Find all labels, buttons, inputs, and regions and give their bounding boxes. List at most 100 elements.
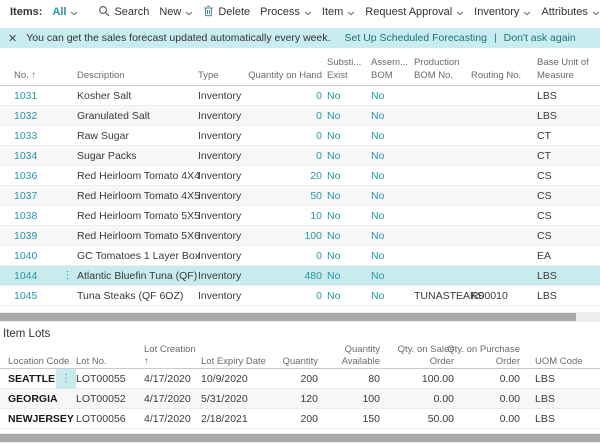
cell-substitutes-exist[interactable]: No [322,130,366,142]
close-icon[interactable]: ✕ [8,32,17,45]
cell-item-no[interactable]: 1038 [14,210,58,222]
table-row[interactable]: SEATTLE⋮LOT000554/17/202010/9/2020200801… [0,369,600,389]
cell-item-no[interactable]: 1040 [14,250,58,262]
column-header-location-code[interactable]: Location Code [8,356,56,368]
cell-quantity-on-hand[interactable]: 0 [256,90,322,102]
cell-assembly-bom[interactable]: No [366,150,409,162]
column-header-lot-expiry-date[interactable]: Lot Expiry Date [201,356,260,368]
cell-quantity-on-hand[interactable]: 0 [256,150,322,162]
row-menu-icon[interactable]: ⋮ [58,267,77,285]
cell-item-no[interactable]: 1044 [14,270,58,282]
cell-substitutes-exist[interactable]: No [322,170,366,182]
cell-substitutes-exist[interactable]: No [322,190,366,202]
cell-item-no[interactable]: 1045 [14,290,58,302]
cell-quantity-on-hand[interactable]: 0 [256,290,322,302]
cell-uom-code: LBS [520,373,596,385]
cell-quantity-on-hand[interactable]: 480 [256,270,322,282]
cell-quantity-on-hand[interactable]: 0 [256,130,322,142]
cell-item-no[interactable]: 1033 [14,130,58,142]
cell-item-no[interactable]: 1037 [14,190,58,202]
cell-substitutes-exist[interactable]: No [322,290,366,302]
cell-quantity-on-hand[interactable]: 100 [256,230,322,242]
column-header-item-no[interactable]: No. ↑ [14,70,58,82]
cell-substitutes-exist[interactable]: No [322,90,366,102]
cell-assembly-bom[interactable]: No [366,250,409,262]
cell-qty-on-purchase-order: 0.00 [454,393,520,405]
cell-item-no[interactable]: 1032 [14,110,58,122]
column-header-qty-on-purchase-order[interactable]: Qty. on PurchaseOrder [454,344,520,369]
process-menu[interactable]: Process [260,6,312,19]
table-row[interactable]: 1038Red Heirloom Tomato 5X5Inventory10No… [0,206,600,226]
column-header-qty-on-sales-order[interactable]: Qty. on SalesOrder [380,344,454,369]
column-header-uom-code[interactable]: UOM Code [520,356,596,368]
column-header-quantity[interactable]: Quantity [260,356,318,368]
cell-substitutes-exist[interactable]: No [322,110,366,122]
scrollbar-thumb[interactable] [0,313,576,321]
table-row[interactable]: GEORGIALOT000524/17/20205/31/20201201000… [0,389,600,409]
row-menu-icon[interactable]: ⋮ [56,369,76,389]
cell-assembly-bom[interactable]: No [366,130,409,142]
column-header-lot-creation[interactable]: Lot Creation↑ [144,344,201,369]
table-row[interactable]: 1031Kosher SaltInventory0NoNoLBS [0,86,600,106]
table-row[interactable]: 1032Granulated SaltInventory0NoNoLBS [0,106,600,126]
cell-uom-code: LBS [520,393,596,405]
cell-item-no[interactable]: 1039 [14,230,58,242]
cell-substitutes-exist[interactable]: No [322,270,366,282]
cell-assembly-bom[interactable]: No [366,190,409,202]
cell-quantity-on-hand[interactable]: 0 [256,110,322,122]
table-row[interactable]: 1044⋮Atlantic Bluefin Tuna (QF)Inventory… [0,266,600,286]
scrollbar-thumb[interactable] [0,434,600,442]
setup-scheduled-forecasting-link[interactable]: Set Up Scheduled Forecasting [345,32,487,44]
table-row[interactable]: NEWJERSEYLOT000564/17/20202/18/202120015… [0,409,600,429]
table-row[interactable]: 1033Raw SugarInventory0NoNoCT [0,126,600,146]
chevron-down-icon [185,7,193,19]
cell-item-no[interactable]: 1036 [14,170,58,182]
cell-assembly-bom[interactable]: No [366,90,409,102]
column-header-routing-no[interactable]: Routing No. [466,70,532,82]
table-row[interactable]: 1036Red Heirloom Tomato 4X4Inventory20No… [0,166,600,186]
cell-assembly-bom[interactable]: No [366,210,409,222]
dont-ask-again-link[interactable]: Don't ask again [504,32,576,44]
table-row[interactable]: 1040GC Tomatoes 1 Layer BoxInventory0NoN… [0,246,600,266]
search-button[interactable]: Search [98,5,149,20]
cell-quantity-on-hand[interactable]: 0 [256,250,322,262]
cell-assembly-bom[interactable]: No [366,110,409,122]
column-header-quantity-on-hand[interactable]: Quantity on Hand [256,70,322,82]
cell-assembly-bom[interactable]: No [366,290,409,302]
search-icon [98,5,110,20]
filter-dropdown[interactable]: All [52,6,78,19]
cell-lot-creation: 4/17/2020 [144,393,201,405]
cell-type: Inventory [198,130,256,142]
cell-assembly-bom[interactable]: No [366,170,409,182]
table-row[interactable]: 1045Tuna Steaks (QF 6OZ)Inventory0NoNoTU… [0,286,600,306]
column-header-description[interactable]: Description [77,70,198,82]
delete-button[interactable]: Delete [203,5,250,20]
cell-item-no[interactable]: 1034 [14,150,58,162]
item-menu[interactable]: Item [322,6,355,19]
attributes-menu[interactable]: Attributes [541,6,599,19]
column-header-assembly-bom[interactable]: Assem...BOM [366,57,409,82]
cell-substitutes-exist[interactable]: No [322,210,366,222]
cell-quantity-on-hand[interactable]: 10 [256,210,322,222]
cell-base-unit-of-measure: CS [532,210,596,222]
cell-substitutes-exist[interactable]: No [322,150,366,162]
horizontal-scrollbar[interactable] [0,312,600,322]
inventory-menu[interactable]: Inventory [474,6,531,19]
cell-quantity-on-hand[interactable]: 20 [256,170,322,182]
cell-assembly-bom[interactable]: No [366,270,409,282]
column-header-quantity-available[interactable]: QuantityAvailable [318,344,380,369]
cell-substitutes-exist[interactable]: No [322,250,366,262]
column-header-substitutes-exist[interactable]: Substi...Exist [322,57,366,82]
cell-assembly-bom[interactable]: No [366,230,409,242]
cell-substitutes-exist[interactable]: No [322,230,366,242]
table-row[interactable]: 1039Red Heirloom Tomato 5X6Inventory100N… [0,226,600,246]
column-header-production-bom-no[interactable]: ProductionBOM No. [409,57,466,82]
cell-quantity-on-hand[interactable]: 50 [256,190,322,202]
cell-item-no[interactable]: 1031 [14,90,58,102]
column-header-base-unit-of-measure[interactable]: Base Unit ofMeasure [532,57,596,82]
table-row[interactable]: 1034Sugar PacksInventory0NoNoCT [0,146,600,166]
table-row[interactable]: 1037Red Heirloom Tomato 4X5Inventory50No… [0,186,600,206]
request-approval-menu[interactable]: Request Approval [365,6,464,19]
column-header-lot-no[interactable]: Lot No. [76,356,144,368]
new-menu[interactable]: New [159,6,193,19]
